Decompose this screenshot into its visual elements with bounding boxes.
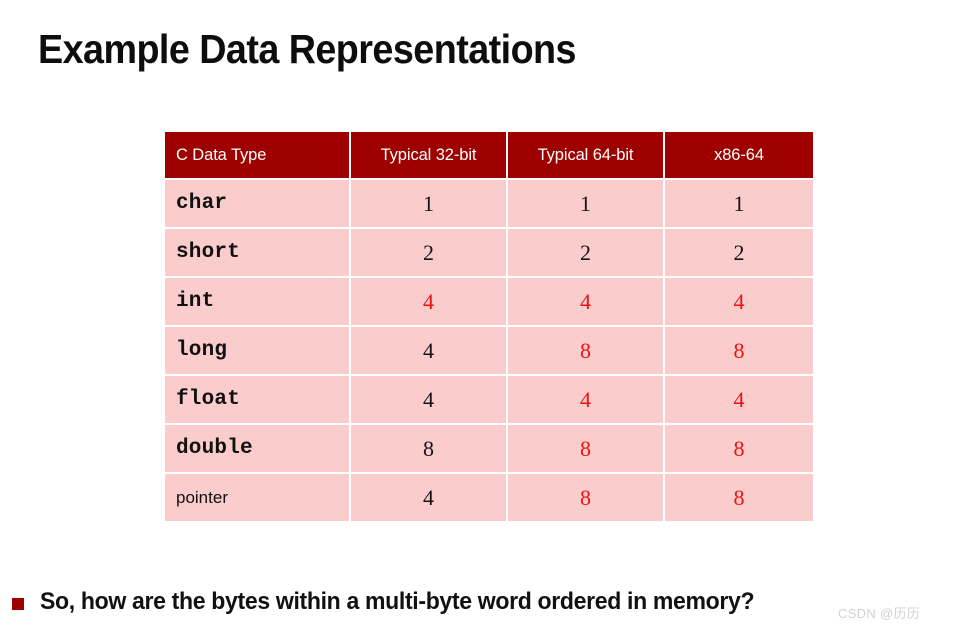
table-body: char 1 1 1 short 2 2 2 int 4 4 4 long 4 …: [165, 180, 813, 521]
cell-type-name: pointer: [165, 474, 349, 521]
cell-size-32bit: 4: [351, 474, 506, 521]
table-row: int 4 4 4: [165, 278, 813, 325]
page-title: Example Data Representations: [38, 26, 577, 72]
data-representations-table: C Data Type Typical 32-bit Typical 64-bi…: [163, 130, 815, 523]
cell-size-32bit: 2: [351, 229, 506, 276]
table-header: C Data Type Typical 32-bit Typical 64-bi…: [165, 132, 813, 178]
table-row: short 2 2 2: [165, 229, 813, 276]
cell-size-64bit: 8: [508, 474, 663, 521]
table-row: float 4 4 4: [165, 376, 813, 423]
square-bullet-icon: [12, 597, 24, 610]
cell-size-x86-64: 1: [665, 180, 813, 227]
cell-size-32bit: 1: [351, 180, 506, 227]
cell-type-name: char: [165, 180, 349, 227]
table-row: long 4 8 8: [165, 327, 813, 374]
column-header-c-data-type: C Data Type: [165, 132, 349, 178]
cell-size-64bit: 8: [508, 327, 663, 374]
cell-type-name: long: [165, 327, 349, 374]
column-header-x86-64: x86-64: [665, 132, 813, 178]
table-row: char 1 1 1: [165, 180, 813, 227]
cell-size-32bit: 4: [351, 376, 506, 423]
cell-size-32bit: 4: [351, 278, 506, 325]
cell-type-name: double: [165, 425, 349, 472]
cell-type-name: short: [165, 229, 349, 276]
table-row: double 8 8 8: [165, 425, 813, 472]
cell-type-name: int: [165, 278, 349, 325]
table-header-row: C Data Type Typical 32-bit Typical 64-bi…: [165, 132, 813, 178]
cell-size-x86-64: 8: [665, 425, 813, 472]
footer-bullet-text: So, how are the bytes within a multi-byt…: [40, 588, 755, 615]
cell-size-64bit: 4: [508, 376, 663, 423]
cell-size-64bit: 1: [508, 180, 663, 227]
slide-canvas: Example Data Representations C Data Type…: [0, 0, 963, 626]
cell-size-32bit: 8: [351, 425, 506, 472]
cell-size-64bit: 2: [508, 229, 663, 276]
cell-size-64bit: 8: [508, 425, 663, 472]
column-header-typical-64-bit: Typical 64-bit: [508, 132, 663, 178]
cell-size-x86-64: 8: [665, 474, 813, 521]
cell-size-x86-64: 4: [665, 376, 813, 423]
cell-size-x86-64: 2: [665, 229, 813, 276]
cell-size-32bit: 4: [351, 327, 506, 374]
cell-size-64bit: 4: [508, 278, 663, 325]
cell-size-x86-64: 8: [665, 327, 813, 374]
footer-bullet: So, how are the bytes within a multi-byt…: [12, 588, 952, 616]
cell-type-name: float: [165, 376, 349, 423]
table-row: pointer 4 8 8: [165, 474, 813, 521]
cell-size-x86-64: 4: [665, 278, 813, 325]
column-header-typical-32-bit: Typical 32-bit: [351, 132, 506, 178]
